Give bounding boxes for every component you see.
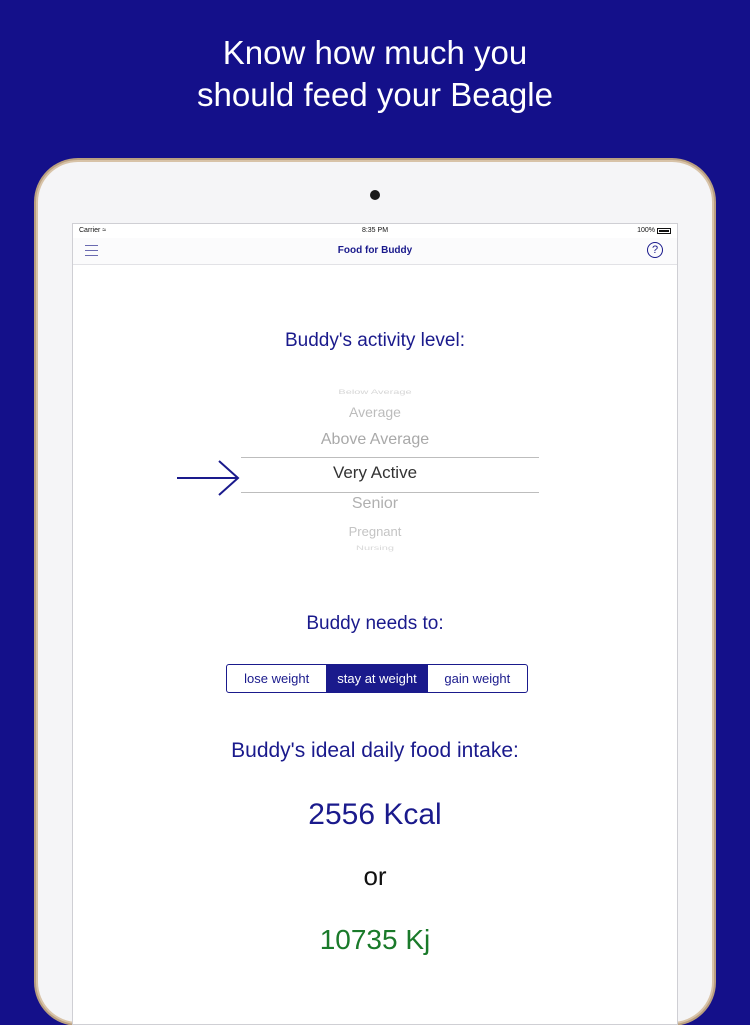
weight-goal-segmented-control[interactable]: lose weight stay at weight gain weight [226, 664, 528, 693]
help-icon[interactable]: ? [647, 242, 663, 258]
segment-stay-at-weight[interactable]: stay at weight [326, 665, 427, 692]
activity-level-picker[interactable]: Below Average Average Above Average Very… [73, 384, 677, 564]
picker-option-very-active[interactable]: Very Active [73, 463, 677, 483]
picker-option-below-average[interactable]: Below Average [73, 388, 677, 395]
picker-option-pregnant[interactable]: Pregnant [73, 524, 677, 539]
kj-value: 10735 Kj [319, 924, 431, 955]
headline-line-2: should feed your Beagle [197, 76, 553, 113]
status-battery: 100% [637, 227, 671, 234]
navigation-bar: Food for Buddy ? [73, 238, 677, 265]
app-screen: Carrier ≈ 8:35 PM 100% Food for Buddy ? … [72, 223, 678, 1025]
headline-line-1: Know how much you [222, 34, 528, 71]
activity-level-title: Buddy's activity level: [285, 330, 465, 351]
picker-option-above-average[interactable]: Above Average [73, 431, 677, 449]
tablet-frame: Carrier ≈ 8:35 PM 100% Food for Buddy ? … [38, 162, 712, 1025]
picker-option-senior[interactable]: Senior [73, 495, 677, 513]
segment-gain-weight[interactable]: gain weight [426, 665, 527, 692]
kcal-value: 2556 Kcal [308, 798, 442, 831]
right-arrow-icon [177, 460, 240, 496]
intake-title: Buddy's ideal daily food intake: [231, 739, 519, 762]
camera-icon [370, 190, 380, 200]
picker-selection-bottom-line [241, 492, 539, 493]
picker-option-nursing[interactable]: Nursing [73, 544, 677, 551]
picker-selection-top-line [241, 457, 539, 458]
picker-option-average[interactable]: Average [73, 404, 677, 420]
status-bar: Carrier ≈ 8:35 PM 100% [73, 224, 677, 238]
promo-headline: Know how much you should feed your Beagl… [0, 32, 750, 116]
battery-label: 100% [637, 227, 655, 234]
segment-lose-weight[interactable]: lose weight [227, 665, 326, 692]
goal-title: Buddy needs to: [306, 613, 444, 634]
or-separator: or [363, 861, 387, 891]
battery-icon [657, 227, 671, 234]
status-time: 8:35 PM [361, 227, 389, 234]
page-title: Food for Buddy [337, 245, 413, 256]
